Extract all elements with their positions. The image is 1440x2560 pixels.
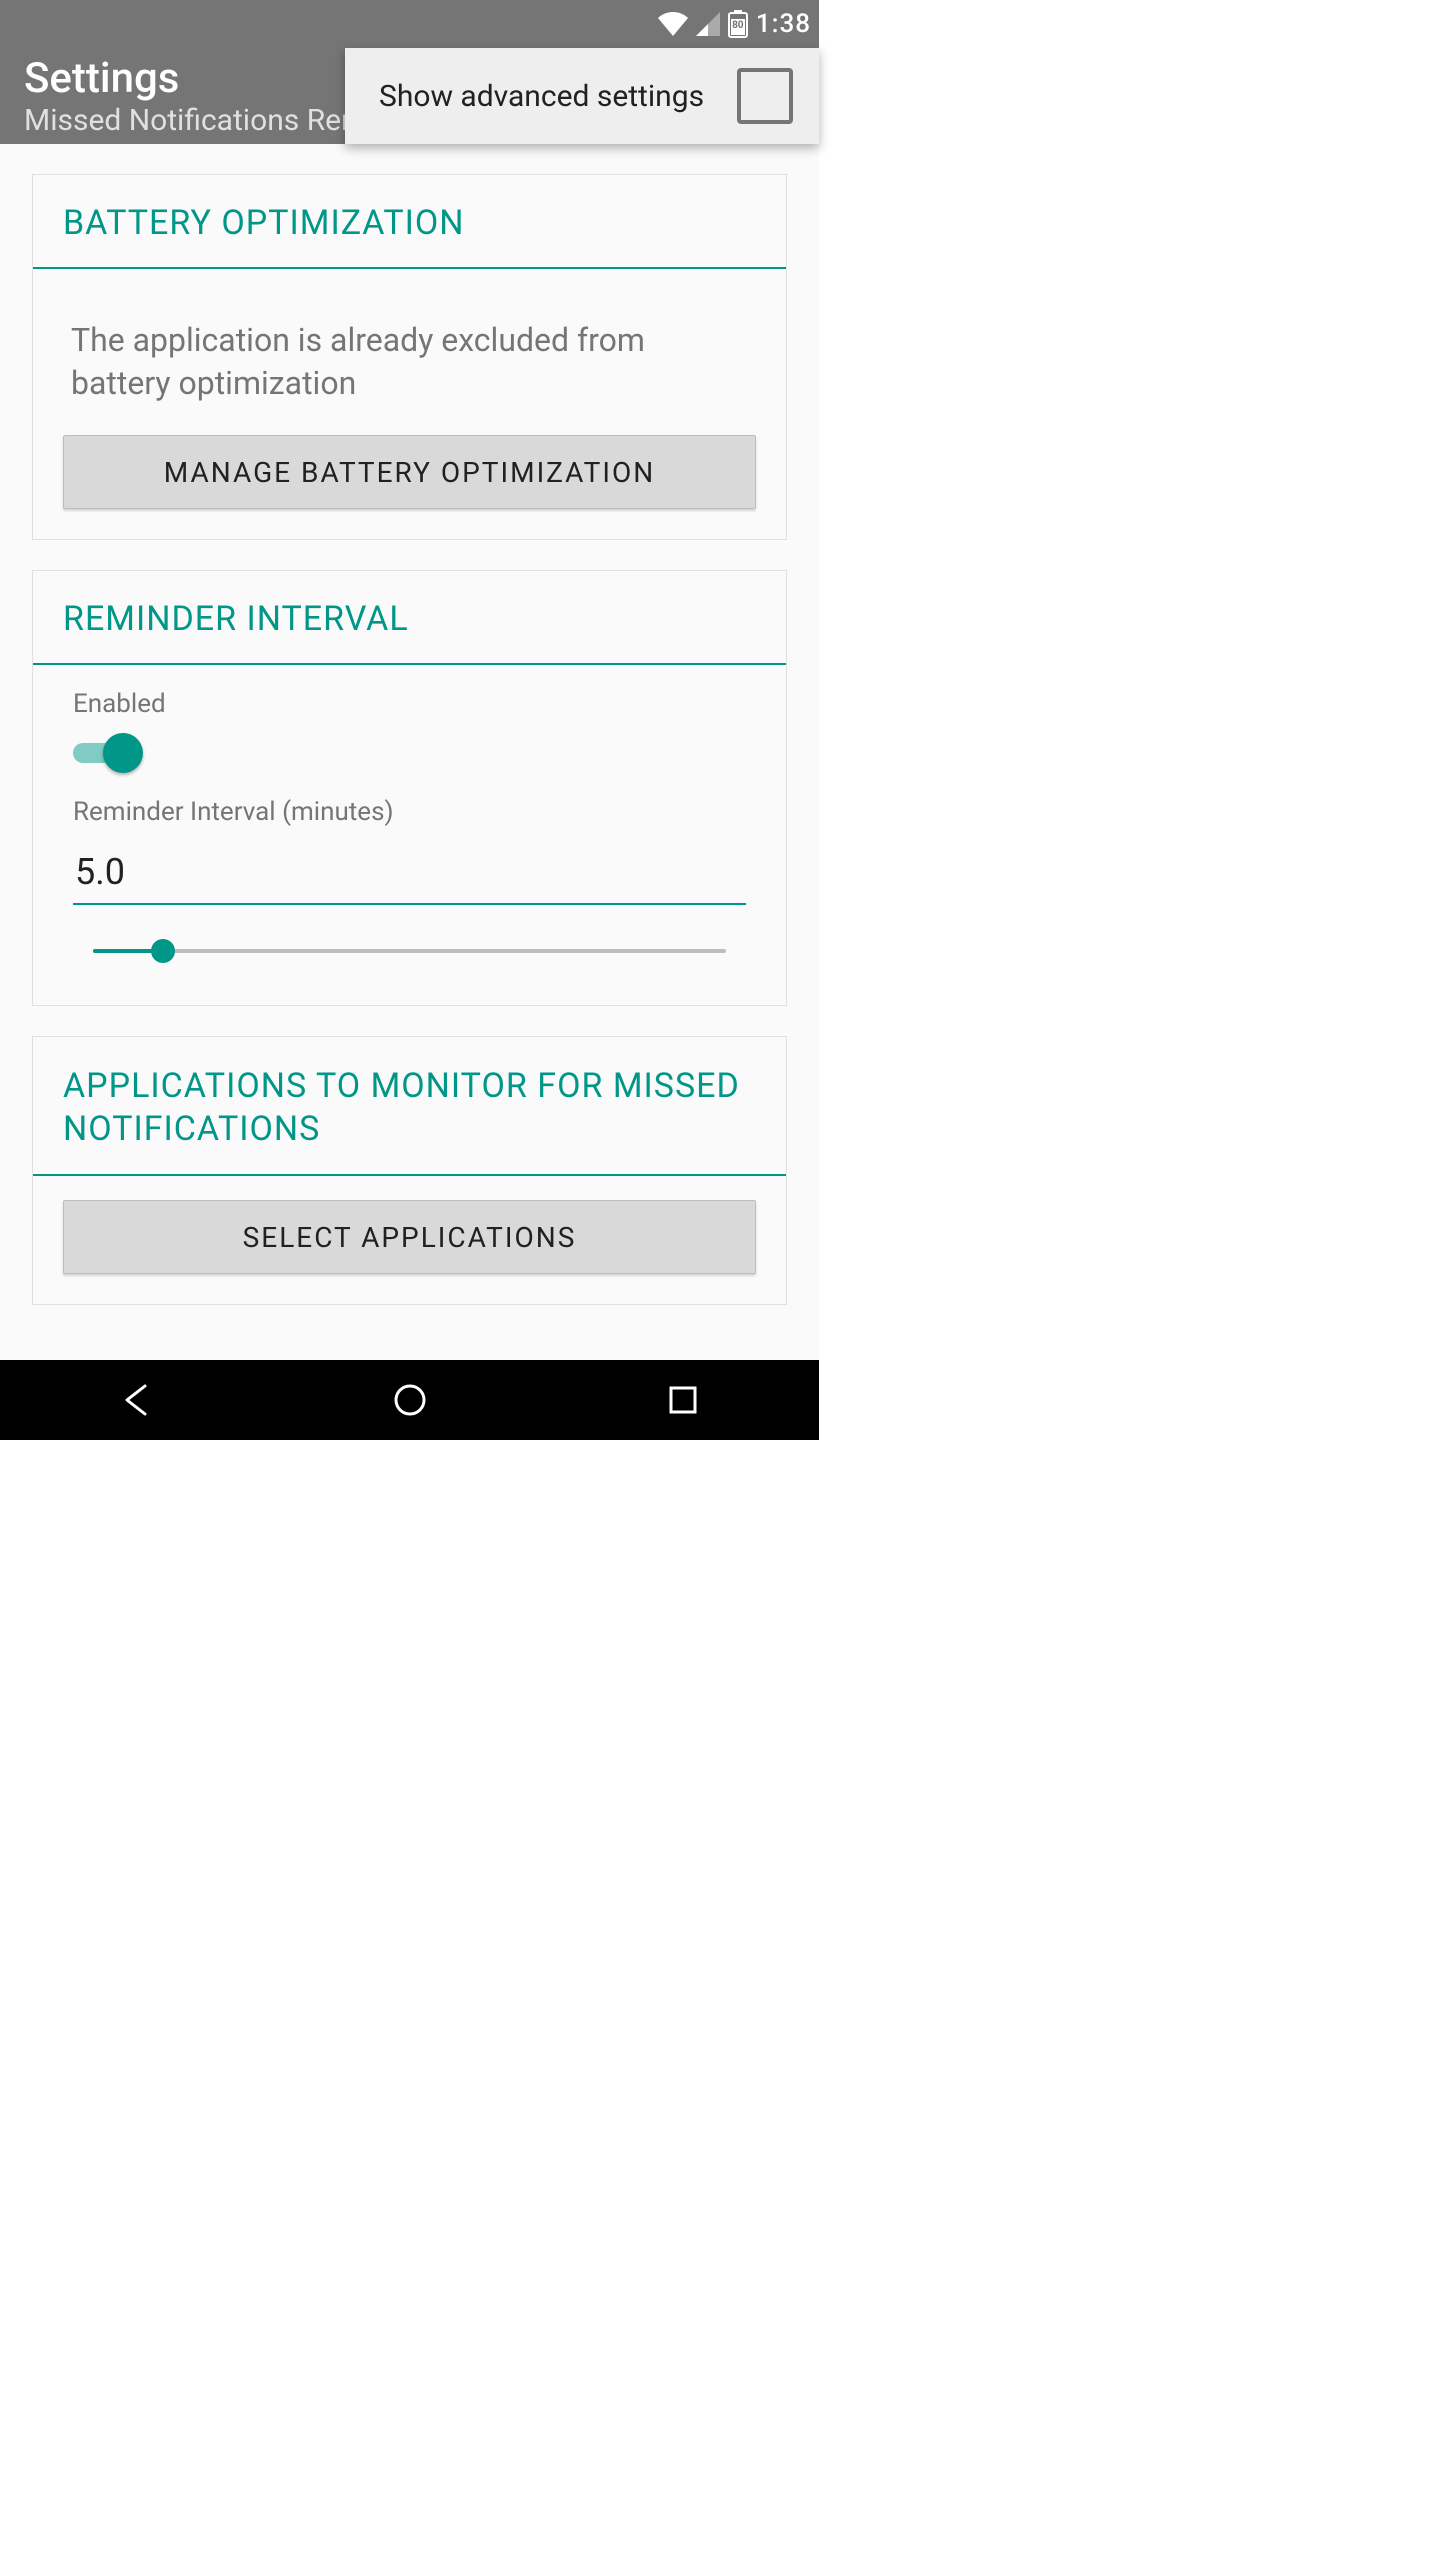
cell-signal-icon [696, 12, 720, 36]
section-title-battery: BATTERY OPTIMIZATION [33, 175, 786, 269]
overflow-menu: Show advanced settings [345, 48, 819, 144]
reminder-interval-label: Reminder Interval (minutes) [73, 797, 746, 827]
battery-level-text: 80 [728, 20, 748, 31]
device-frame: 80 1:38 Settings Missed Notifications Re… [0, 0, 819, 1440]
show-advanced-settings-checkbox[interactable] [737, 68, 793, 124]
enabled-switch[interactable] [73, 731, 145, 773]
navigation-bar [0, 1360, 819, 1440]
reminder-interval-input[interactable]: 5.0 [73, 839, 746, 905]
battery-description: The application is already excluded from… [71, 319, 748, 405]
clock-text: 1:38 [756, 9, 811, 39]
manage-battery-button[interactable]: MANAGE BATTERY OPTIMIZATION [63, 435, 756, 509]
card-applications: APPLICATIONS TO MONITOR FOR MISSED NOTIF… [32, 1036, 787, 1305]
card-battery-optimization: BATTERY OPTIMIZATION The application is … [32, 174, 787, 540]
reminder-interval-slider[interactable] [93, 933, 726, 969]
section-title-applications: APPLICATIONS TO MONITOR FOR MISSED NOTIF… [33, 1037, 786, 1176]
recents-button[interactable] [659, 1376, 707, 1424]
battery-icon: 80 [728, 10, 748, 38]
manage-battery-button-label: MANAGE BATTERY OPTIMIZATION [164, 456, 655, 489]
select-applications-button-label: SELECT APPLICATIONS [243, 1221, 577, 1254]
content-area: BATTERY OPTIMIZATION The application is … [0, 144, 819, 1360]
show-advanced-settings-label: Show advanced settings [379, 79, 704, 114]
card-reminder-interval: REMINDER INTERVAL Enabled Reminder Inter… [32, 570, 787, 1006]
select-applications-button[interactable]: SELECT APPLICATIONS [63, 1200, 756, 1274]
back-button[interactable] [113, 1376, 161, 1424]
home-button[interactable] [386, 1376, 434, 1424]
status-bar: 80 1:38 [0, 0, 819, 48]
wifi-icon [658, 12, 688, 36]
section-title-reminder: REMINDER INTERVAL [33, 571, 786, 665]
enabled-label: Enabled [73, 689, 746, 719]
